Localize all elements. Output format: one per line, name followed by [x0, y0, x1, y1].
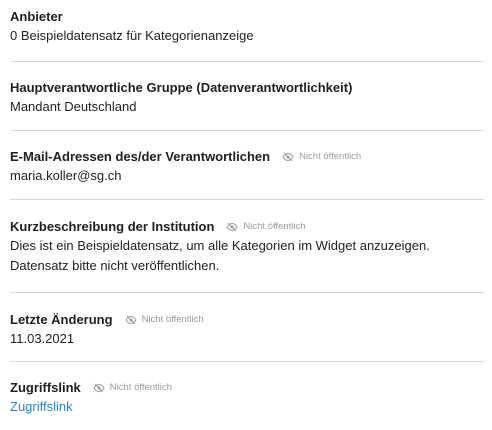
privacy-badge: Nicht öffentlich	[93, 378, 172, 397]
privacy-label: Nicht öffentlich	[299, 151, 362, 162]
field-short-description: Kurzbeschreibung der Institution Nicht ö…	[10, 200, 484, 293]
field-label-short-description: Kurzbeschreibung der Institution	[10, 219, 215, 234]
privacy-label: Nicht öffentlich	[109, 382, 172, 393]
privacy-badge: Nicht öffentlich	[226, 217, 306, 236]
field-provider: Anbieter 0 Beispieldatensatz für Kategor…	[10, 0, 484, 62]
field-value-short-description: Dies ist ein Beispieldatensatz, um alle …	[10, 238, 430, 273]
privacy-badge: Nicht öffentlich	[124, 310, 204, 329]
eye-slash-icon	[124, 315, 137, 324]
field-label-row: Anbieter	[10, 7, 484, 26]
eye-slash-icon	[93, 383, 105, 392]
eye-slash-icon	[226, 222, 238, 231]
field-value-provider: 0 Beispieldatensatz für Kategorienanzeig…	[10, 28, 254, 43]
field-value-emails: maria.koller@sg.ch	[10, 168, 122, 183]
field-label-emails: E-Mail-Adressen des/der Verantwortlichen	[10, 149, 271, 164]
details-panel: Anbieter 0 Beispieldatensatz für Kategor…	[0, 0, 492, 430]
eye-slash-icon	[282, 152, 294, 161]
field-label-row: Zugriffslink Nicht öffentlich	[10, 378, 484, 397]
field-access-link: Zugriffslink Nicht öffentlich Zugriffsli…	[10, 362, 484, 430]
field-label-access-link: Zugriffslink	[10, 380, 81, 395]
field-emails: E-Mail-Adressen des/der Verantwortlichen…	[10, 131, 484, 200]
privacy-badge: Nicht öffentlich	[282, 147, 361, 166]
field-label-provider: Anbieter	[10, 9, 63, 24]
field-main-group: Hauptverantwortliche Gruppe (Datenverant…	[10, 62, 484, 131]
access-link[interactable]: Zugriffslink	[10, 399, 73, 414]
field-label-last-change: Letzte Änderung	[10, 312, 113, 327]
field-value-main-group: Mandant Deutschland	[10, 99, 137, 114]
field-label-row: Kurzbeschreibung der Institution Nicht ö…	[10, 217, 484, 236]
privacy-label: Nicht öffentlich	[243, 221, 306, 232]
field-value-last-change: 11.03.2021	[10, 331, 75, 346]
field-label-main-group: Hauptverantwortliche Gruppe (Datenverant…	[10, 80, 353, 95]
field-label-row: E-Mail-Adressen des/der Verantwortlichen…	[10, 147, 484, 166]
privacy-label: Nicht öffentlich	[141, 314, 204, 325]
field-label-row: Letzte Änderung Nicht öffentlich	[10, 310, 484, 329]
field-label-row: Hauptverantwortliche Gruppe (Datenverant…	[10, 78, 484, 97]
field-last-change: Letzte Änderung Nicht öffentlich 11.03.2…	[10, 293, 484, 362]
